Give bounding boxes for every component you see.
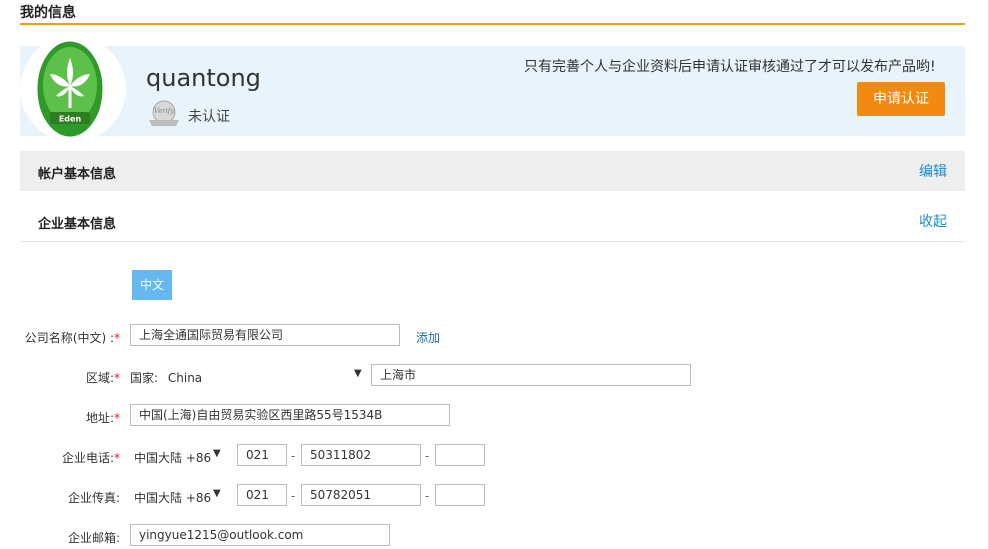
city-input[interactable]: 上海市	[371, 364, 691, 386]
email-label: 企业邮箱:	[67, 531, 120, 545]
title-divider	[20, 23, 965, 25]
fax-country-caret-icon[interactable]: ▼	[213, 488, 221, 499]
svg-text:Eden: Eden	[59, 115, 82, 124]
country-dropdown-caret-icon[interactable]: ▼	[354, 368, 362, 379]
page-title: 我的信息	[20, 5, 76, 21]
country-prefix: 国家:	[130, 371, 159, 385]
avatar-logo-icon: Eden	[36, 40, 104, 138]
edit-account-link[interactable]: 编辑	[919, 161, 947, 181]
company-info-section: 企业基本信息 收起	[20, 201, 965, 242]
email-input[interactable]: yingyue1215@outlook.com	[130, 524, 390, 546]
address-input[interactable]: 中国(上海)自由贸易实验区西里路55号1534B	[130, 404, 450, 426]
account-info-section: 帐户基本信息 编辑	[20, 151, 965, 191]
phone-number-input[interactable]: 50311802	[301, 444, 421, 466]
svg-text:Verify: Verify	[154, 107, 176, 115]
company-section-label: 企业基本信息	[38, 217, 117, 232]
phone-country-code-select[interactable]: 中国大陆 +86	[134, 449, 211, 466]
collapse-company-link[interactable]: 收起	[919, 211, 947, 231]
country-value: China	[167, 371, 203, 385]
phone-area-input[interactable]: 021	[237, 444, 287, 466]
country-select[interactable]: 国家: China	[130, 369, 202, 386]
address-label: 地址:*	[85, 411, 120, 425]
verify-status: 未认证	[188, 109, 230, 125]
company-name-label: 公司名称(中文) :*	[24, 331, 120, 345]
username: quantong	[146, 64, 261, 92]
phone-extension-input[interactable]	[435, 444, 485, 466]
company-name-input[interactable]: 上海全通国际贸易有限公司	[130, 324, 400, 346]
tab-chinese[interactable]: 中文	[132, 270, 172, 300]
add-company-name-link[interactable]: 添加	[416, 329, 440, 346]
phone-dash-1: -	[291, 449, 296, 463]
fax-number-input[interactable]: 50782051	[301, 484, 421, 506]
fax-extension-input[interactable]	[435, 484, 485, 506]
apply-verification-button[interactable]: 申请认证	[857, 82, 945, 116]
fax-dash-2: -	[425, 489, 430, 503]
verify-seal-icon: Verify	[149, 100, 179, 126]
fax-country-code-select[interactable]: 中国大陆 +86	[134, 489, 211, 506]
fax-dash-1: -	[291, 489, 296, 503]
phone-dash-2: -	[425, 449, 430, 463]
verification-notice: 只有完善个人与企业资料后申请认证审核通过了才可以发布产品哟!	[524, 59, 936, 75]
phone-label: 企业电话:*	[61, 451, 120, 465]
fax-label: 企业传真:	[67, 491, 120, 505]
phone-country-caret-icon[interactable]: ▼	[213, 448, 221, 459]
account-section-label: 帐户基本信息	[38, 167, 117, 182]
region-label: 区域:*	[85, 371, 120, 385]
fax-area-input[interactable]: 021	[237, 484, 287, 506]
